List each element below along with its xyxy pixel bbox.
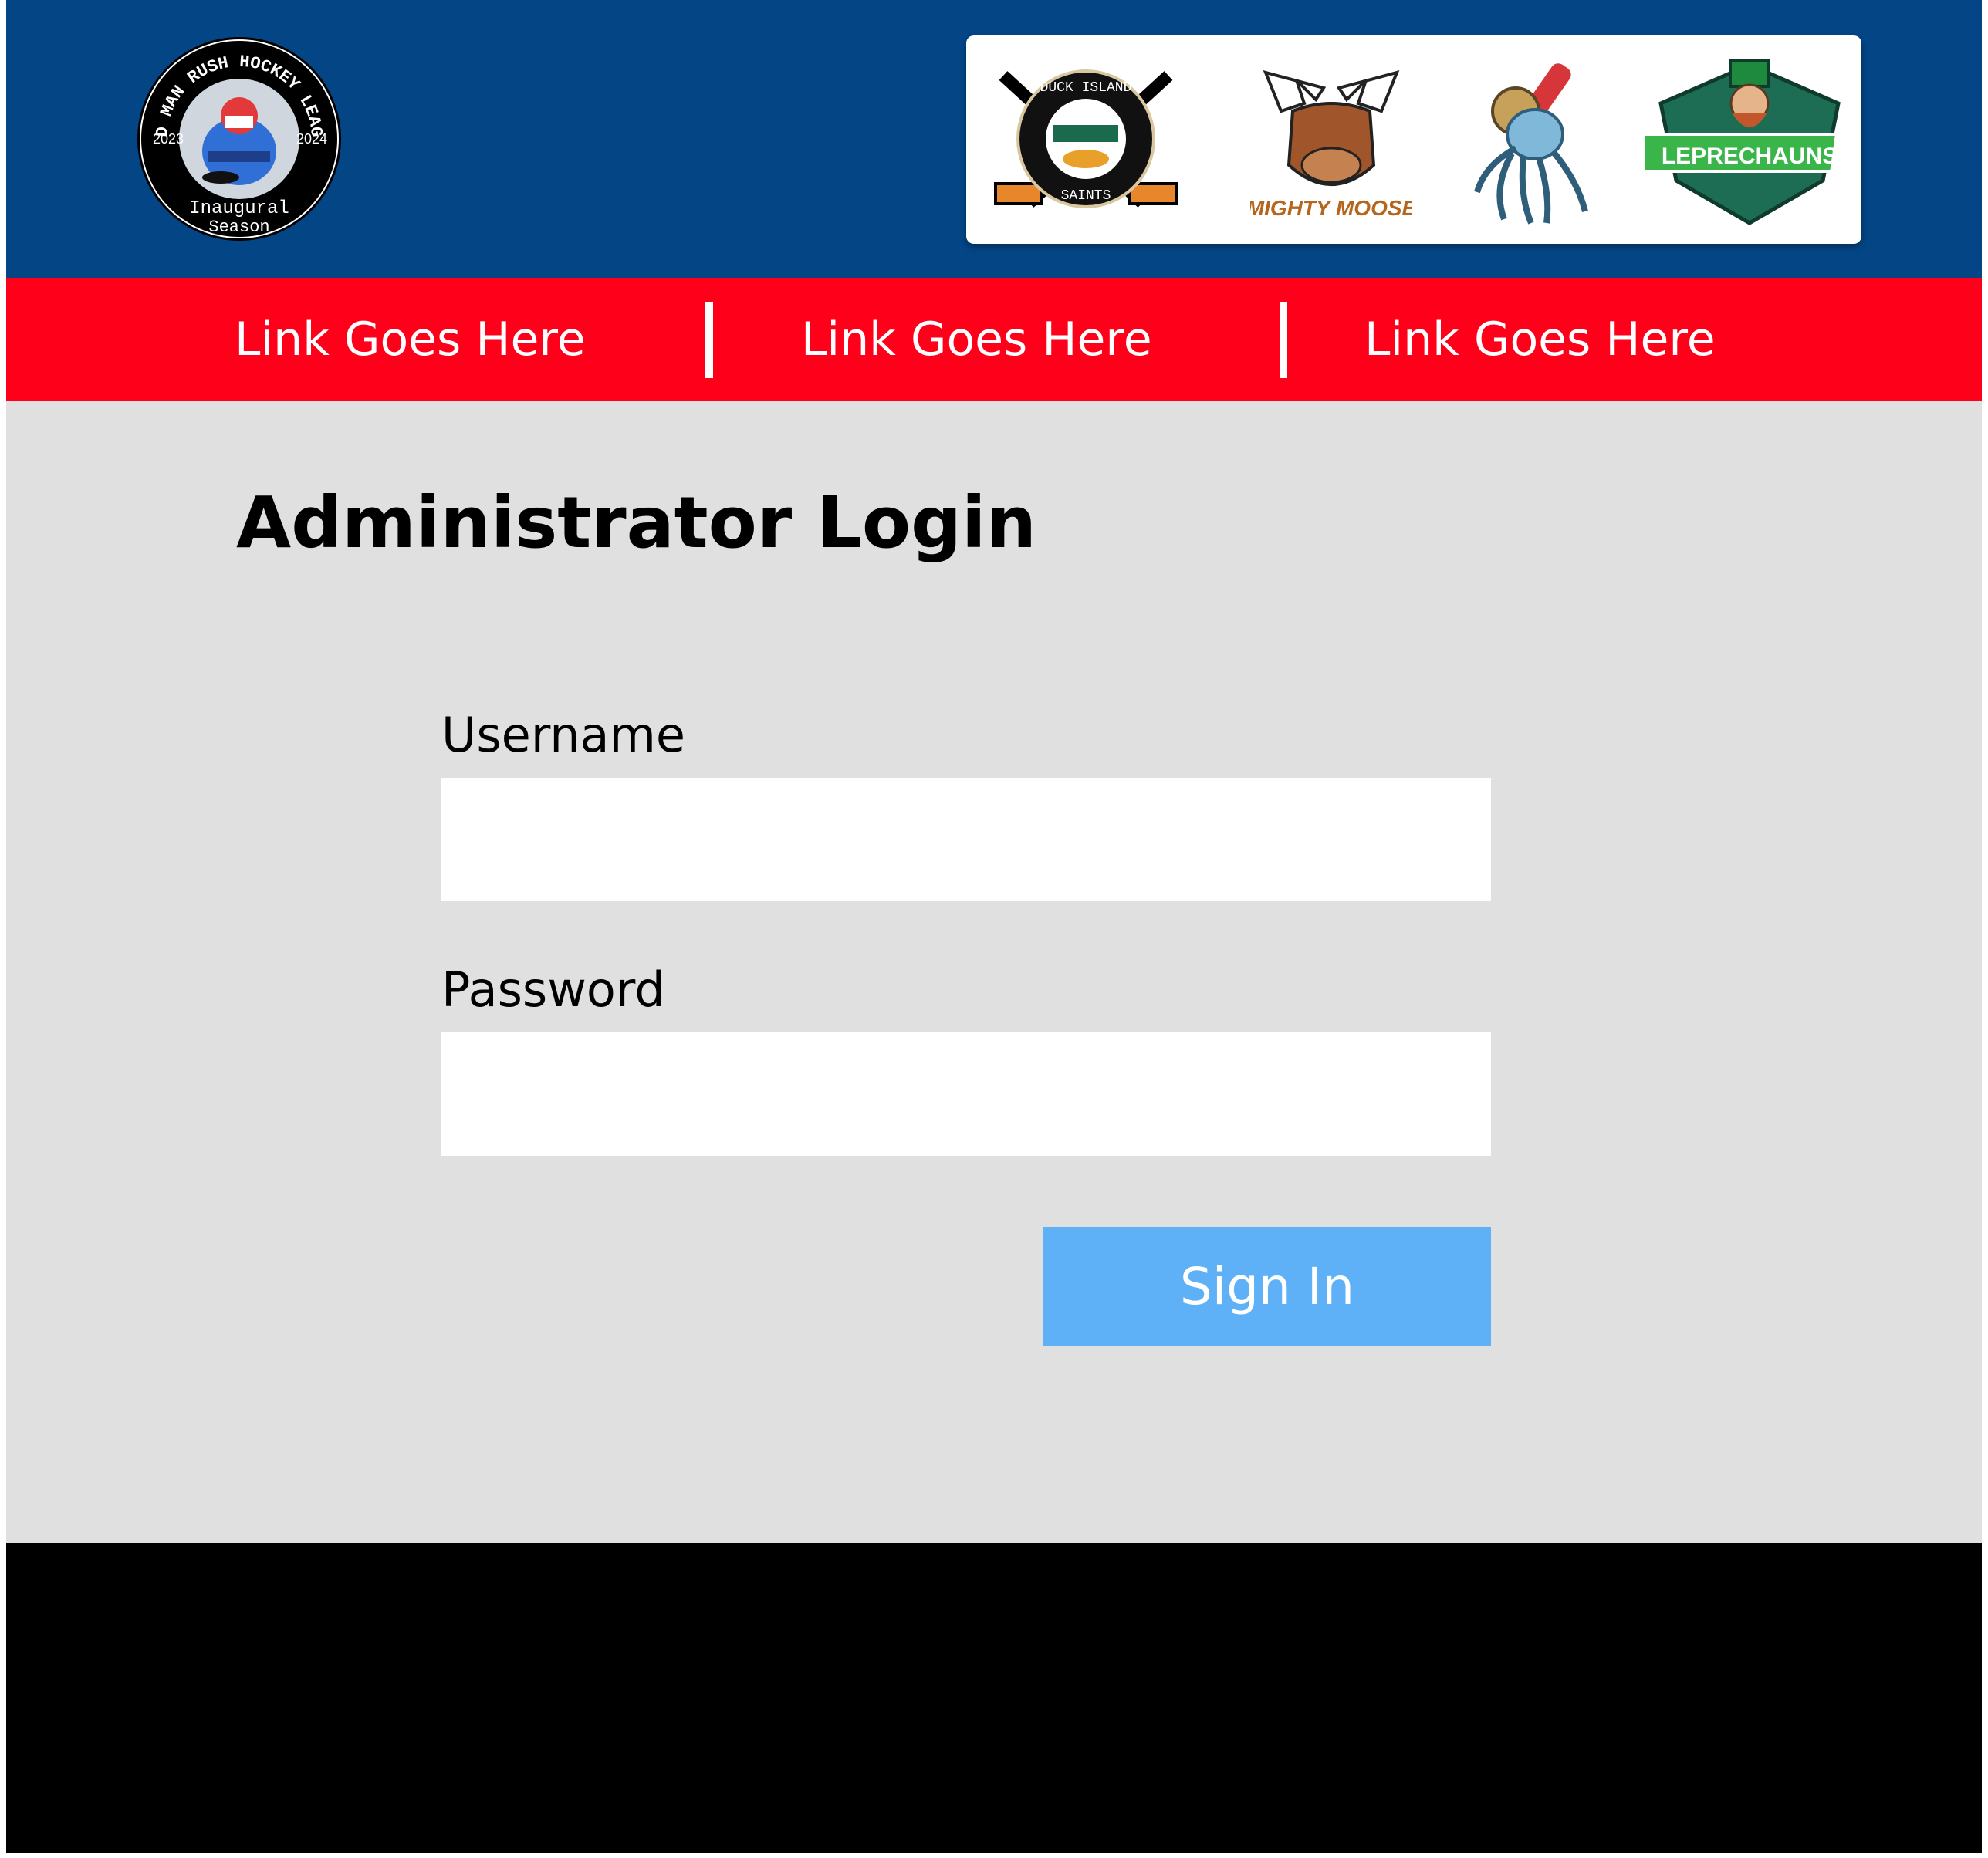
mighty-moose-logo[interactable]: MIGHTY MOOSE bbox=[1250, 57, 1412, 227]
svg-text:Inaugural: Inaugural bbox=[189, 198, 289, 219]
nav-link-3[interactable]: Link Goes Here bbox=[1364, 309, 1716, 370]
username-label: Username bbox=[441, 707, 686, 763]
svg-text:Season: Season bbox=[208, 218, 269, 237]
league-logo[interactable]: ODD MAN RUSH HOCKEY LEAGUE 2023 2024 Ina… bbox=[136, 35, 343, 242]
password-input[interactable] bbox=[441, 1032, 1491, 1156]
page: ODD MAN RUSH HOCKEY LEAGUE 2023 2024 Ina… bbox=[6, 0, 1982, 1858]
duck-island-saints-logo[interactable]: DUCK ISLAND SAINTS bbox=[988, 60, 1184, 222]
nav-link-2[interactable]: Link Goes Here bbox=[801, 309, 1152, 370]
nav-link-1[interactable]: Link Goes Here bbox=[235, 309, 586, 370]
main-nav: Link Goes Here Link Goes Here Link Goes … bbox=[6, 278, 1982, 401]
username-input[interactable] bbox=[441, 778, 1491, 901]
svg-text:2024: 2024 bbox=[296, 131, 327, 147]
sign-in-button[interactable]: Sign In bbox=[1043, 1227, 1491, 1346]
nav-divider bbox=[1280, 302, 1287, 378]
octopus-team-logo[interactable] bbox=[1462, 57, 1601, 228]
leprechauns-logo[interactable]: LEPRECHAUNS bbox=[1645, 57, 1854, 228]
svg-text:LEPRECHAUNS: LEPRECHAUNS bbox=[1662, 144, 1838, 169]
page-title: Administrator Login bbox=[236, 481, 1036, 564]
nav-divider bbox=[705, 302, 713, 378]
svg-text:2023: 2023 bbox=[153, 131, 184, 147]
site-footer bbox=[6, 1543, 1982, 1853]
svg-text:MIGHTY MOOSE: MIGHTY MOOSE bbox=[1250, 196, 1412, 220]
site-header: ODD MAN RUSH HOCKEY LEAGUE 2023 2024 Ina… bbox=[6, 0, 1982, 278]
login-section: Administrator Login Username Password Si… bbox=[6, 401, 1982, 1543]
password-label: Password bbox=[441, 961, 665, 1018]
team-logos-card: DUCK ISLAND SAINTS MIGHTY MOOSE LEPRECHA… bbox=[966, 35, 1861, 244]
svg-text:DUCK ISLAND: DUCK ISLAND bbox=[1040, 80, 1132, 96]
svg-text:SAINTS: SAINTS bbox=[1061, 188, 1111, 204]
